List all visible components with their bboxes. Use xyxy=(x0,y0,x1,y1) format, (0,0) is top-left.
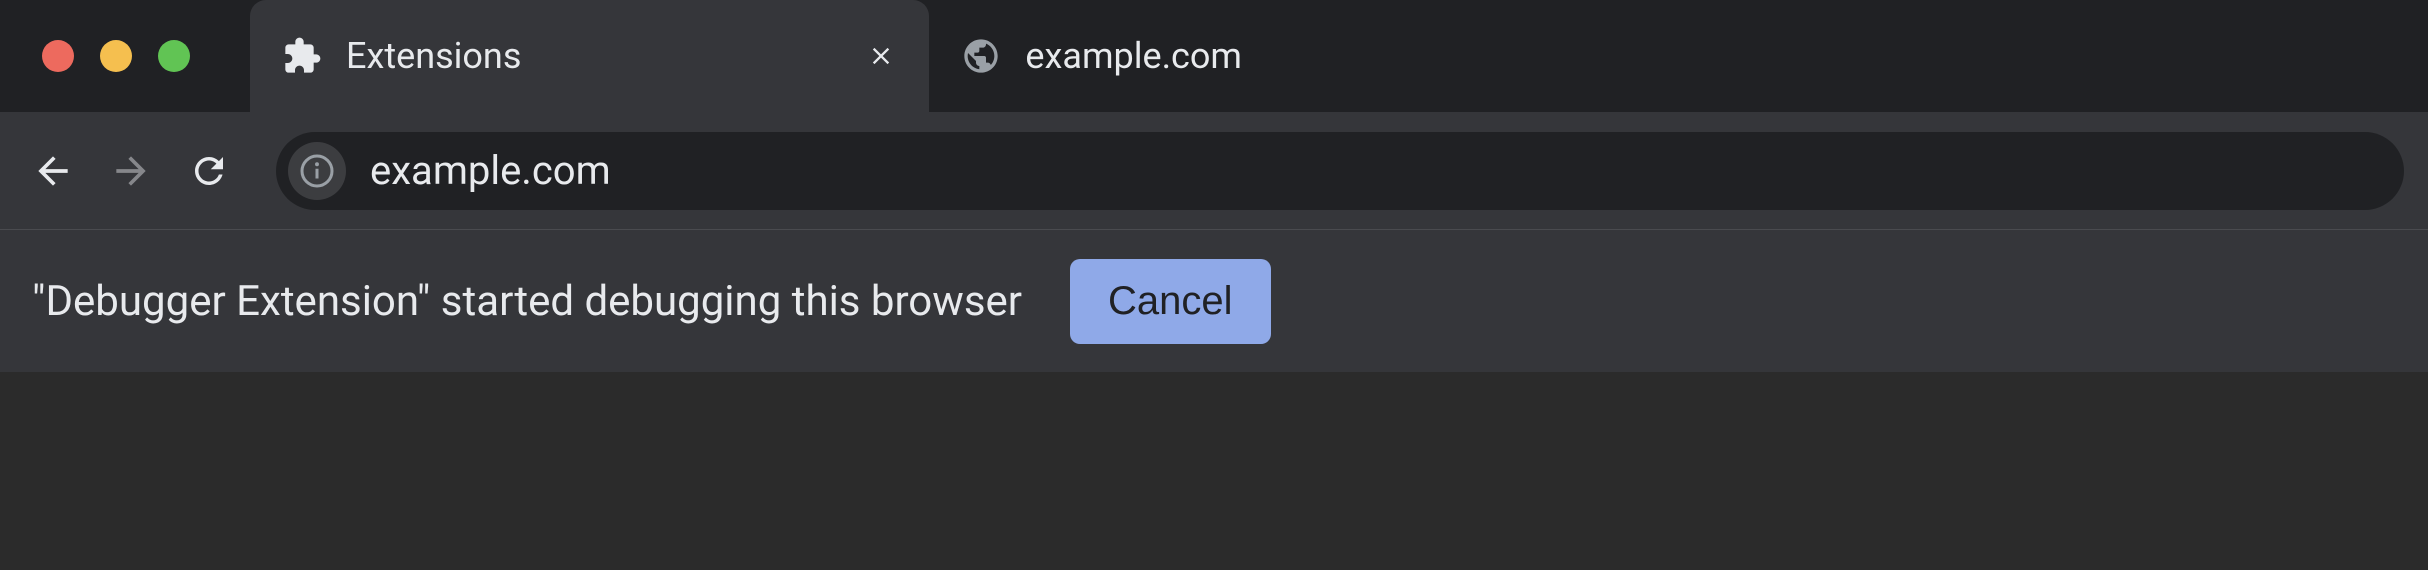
info-icon xyxy=(299,153,335,189)
tab-strip: Extensions example.com xyxy=(250,0,2428,112)
window-zoom-button[interactable] xyxy=(158,40,190,72)
cancel-button[interactable]: Cancel xyxy=(1070,259,1271,344)
address-bar[interactable]: example.com xyxy=(276,132,2404,210)
close-icon xyxy=(867,42,895,70)
toolbar: example.com xyxy=(0,112,2428,230)
debugger-infobar: "Debugger Extension" started debugging t… xyxy=(0,230,2428,372)
tab-title: Extensions xyxy=(346,35,521,77)
tab-close-button[interactable] xyxy=(865,40,897,72)
window-controls xyxy=(0,40,190,72)
extension-puzzle-icon xyxy=(282,36,322,76)
back-button[interactable] xyxy=(24,142,82,200)
window-minimize-button[interactable] xyxy=(100,40,132,72)
tab-extensions[interactable]: Extensions xyxy=(250,0,929,112)
globe-icon xyxy=(961,36,1001,76)
forward-button[interactable] xyxy=(102,142,160,200)
arrow-right-icon xyxy=(109,149,153,193)
infobar-message: "Debugger Extension" started debugging t… xyxy=(32,277,1022,326)
site-info-button[interactable] xyxy=(288,142,346,200)
reload-button[interactable] xyxy=(180,142,238,200)
window-close-button[interactable] xyxy=(42,40,74,72)
url-display: example.com xyxy=(370,147,611,194)
reload-icon xyxy=(188,150,230,192)
tab-example-com[interactable]: example.com xyxy=(929,0,1349,112)
titlebar: Extensions example.com xyxy=(0,0,2428,112)
tab-title: example.com xyxy=(1025,35,1317,77)
arrow-left-icon xyxy=(31,149,75,193)
